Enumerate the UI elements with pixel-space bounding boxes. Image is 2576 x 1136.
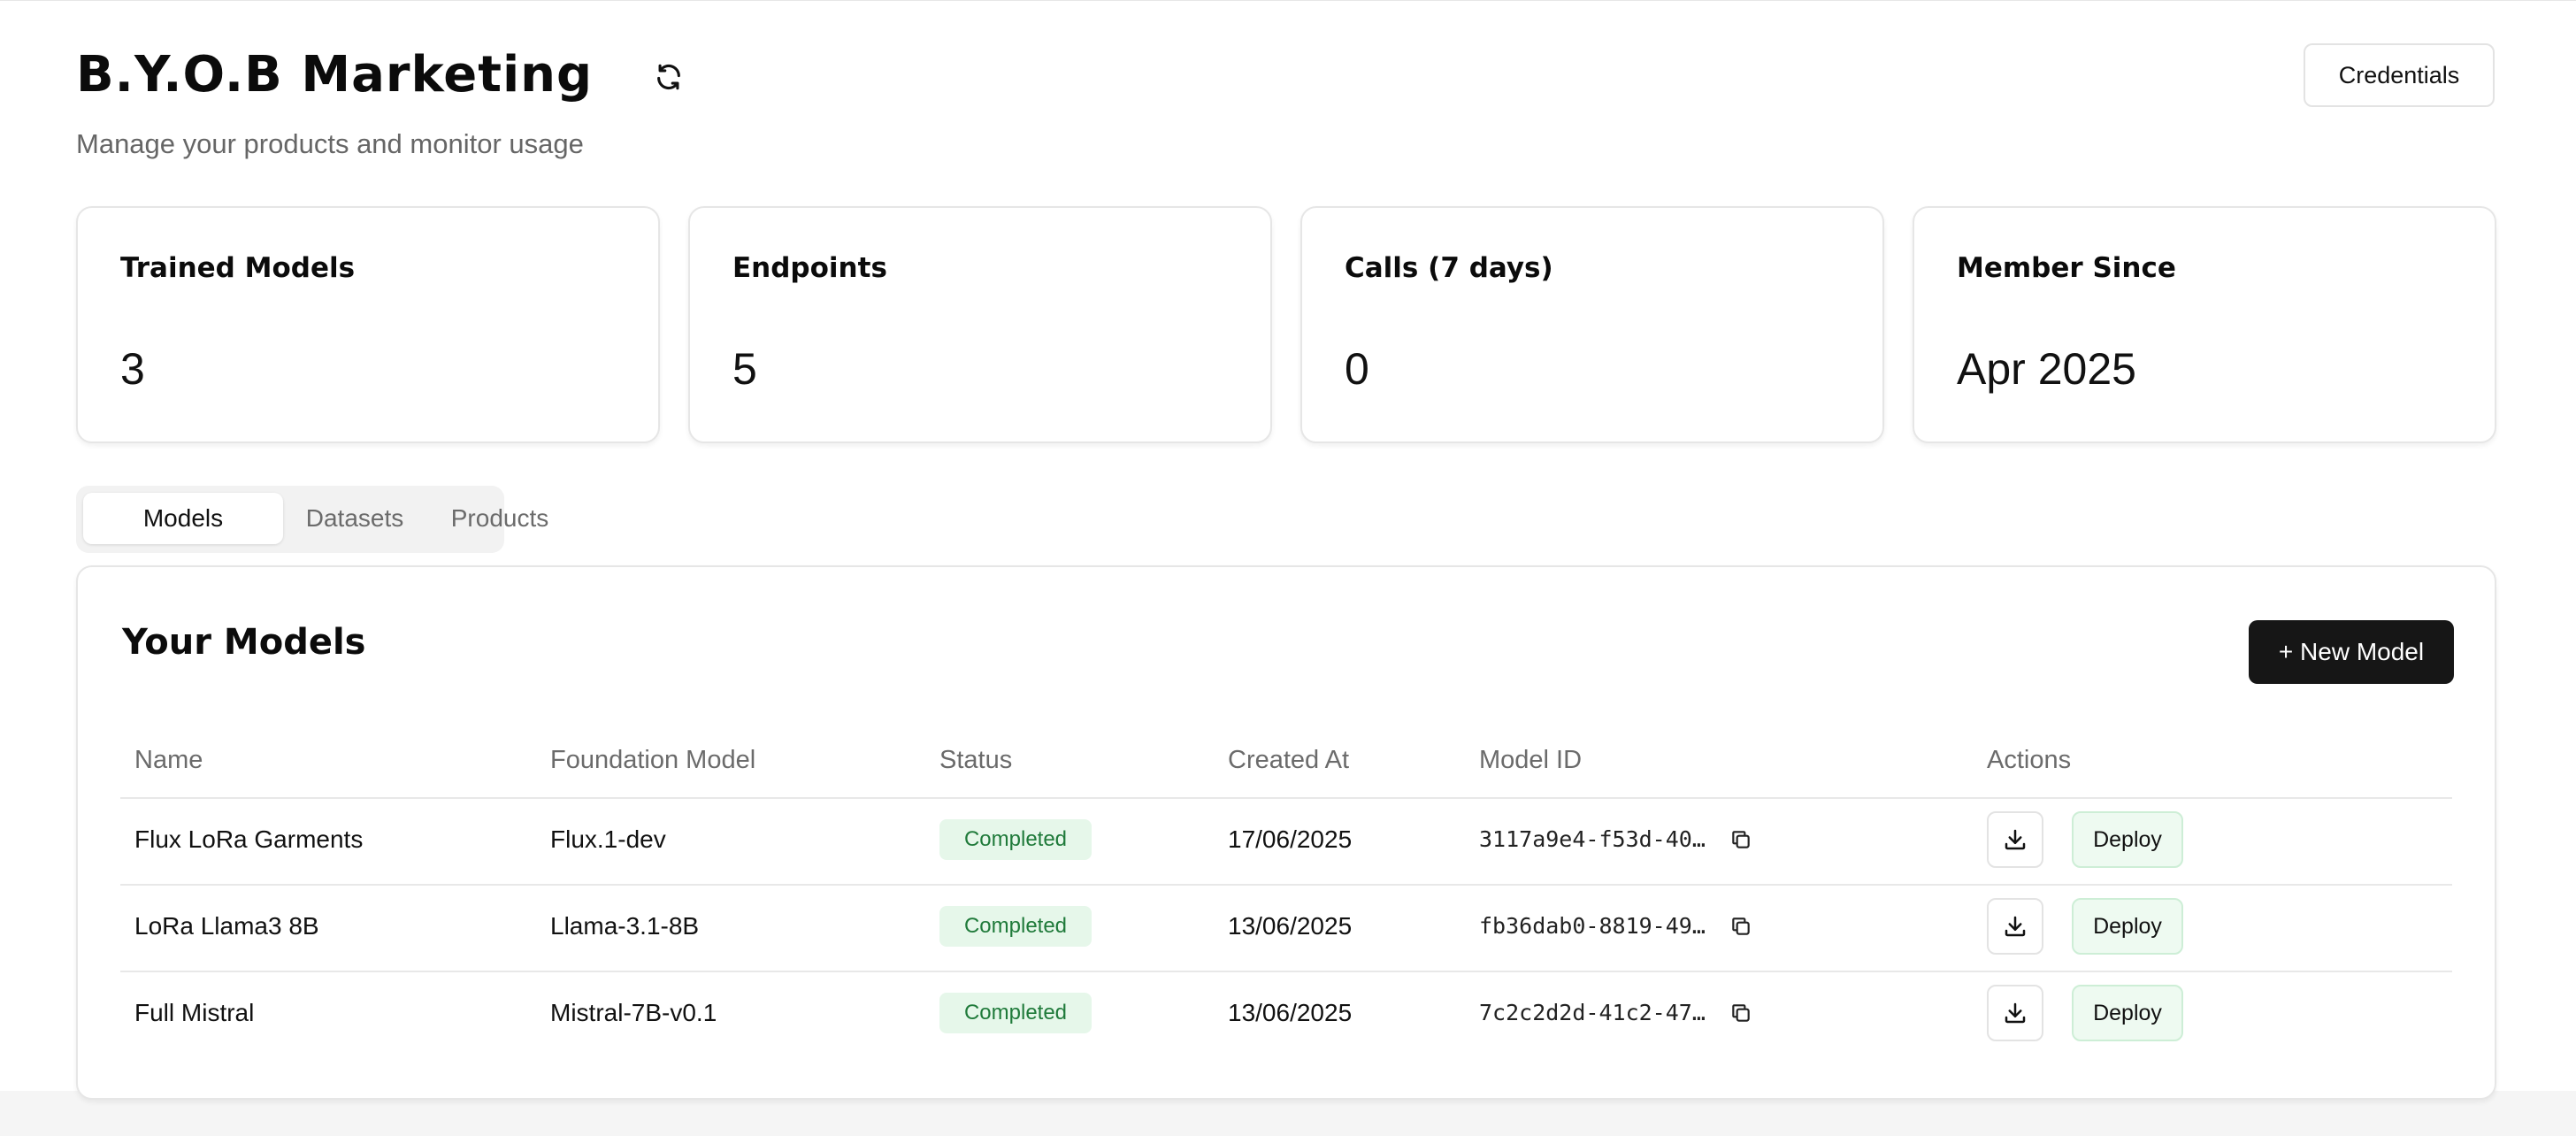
model-name: LoRa Llama3 8B <box>134 912 319 940</box>
download-icon <box>2005 829 2026 850</box>
created-at: 13/06/2025 <box>1228 999 1353 1026</box>
model-name: Flux LoRa Garments <box>134 825 364 853</box>
refresh-icon[interactable] <box>651 59 686 95</box>
download-icon <box>2005 1002 2026 1024</box>
foundation-model: Llama-3.1-8B <box>550 912 700 940</box>
column-header-name: Name <box>134 746 203 774</box>
tab-bar: Models Datasets Products <box>76 486 548 553</box>
stat-value: Apr 2025 <box>1957 344 2136 394</box>
page-subtitle: Manage your products and monitor usage <box>76 128 584 159</box>
divider <box>120 884 2452 886</box>
stat-value: 0 <box>1345 344 1369 394</box>
foundation-model: Flux.1-dev <box>550 825 666 853</box>
credentials-button[interactable]: Credentials <box>2304 43 2495 107</box>
download-button[interactable] <box>1987 811 2043 868</box>
deploy-button[interactable]: Deploy <box>2072 985 2183 1041</box>
tab-datasets[interactable]: Datasets <box>283 493 426 544</box>
download-button[interactable] <box>1987 985 2043 1041</box>
stat-label: Endpoints <box>732 252 887 284</box>
stat-card-endpoints: Endpoints 5 <box>688 206 1272 443</box>
stat-card-calls: Calls (7 days) 0 <box>1300 206 1884 443</box>
model-id: fb36dab0-8819-49… <box>1479 913 1706 939</box>
stat-value: 5 <box>732 344 757 394</box>
dashboard-page: B.Y.O.B Marketing Manage your products a… <box>0 0 2576 1100</box>
tab-products[interactable]: Products <box>426 493 573 544</box>
model-id: 7c2c2d2d-41c2-47… <box>1479 1000 1706 1025</box>
column-header-model-id: Model ID <box>1479 746 1583 774</box>
column-header-created-at: Created At <box>1228 746 1350 774</box>
created-at: 17/06/2025 <box>1228 825 1353 853</box>
deploy-button[interactable]: Deploy <box>2072 811 2183 868</box>
copy-icon[interactable] <box>1725 997 1757 1029</box>
copy-icon[interactable] <box>1725 910 1757 942</box>
stat-label: Calls (7 days) <box>1345 252 1553 284</box>
stat-card-member-since: Member Since Apr 2025 <box>1913 206 2496 443</box>
models-panel: Your Models + New Model Name Foundation … <box>76 565 2496 1100</box>
status-badge: Completed <box>939 819 1092 860</box>
stat-label: Trained Models <box>120 252 356 284</box>
model-id: 3117a9e4-f53d-40… <box>1479 826 1706 852</box>
column-header-foundation-model: Foundation Model <box>550 746 756 774</box>
divider <box>120 971 2452 972</box>
download-button[interactable] <box>1987 898 2043 955</box>
copy-icon[interactable] <box>1725 824 1757 856</box>
column-header-actions: Actions <box>1987 746 2072 774</box>
divider <box>120 797 2452 799</box>
stat-value: 3 <box>120 344 145 394</box>
new-model-button[interactable]: + New Model <box>2249 620 2454 684</box>
page-title: B.Y.O.B Marketing <box>76 46 594 104</box>
foundation-model: Mistral-7B-v0.1 <box>550 999 717 1026</box>
created-at: 13/06/2025 <box>1228 912 1353 940</box>
model-name: Full Mistral <box>134 999 255 1026</box>
panel-title: Your Models <box>122 622 366 663</box>
column-header-status: Status <box>939 746 1013 774</box>
status-badge: Completed <box>939 906 1092 947</box>
status-badge: Completed <box>939 993 1092 1033</box>
deploy-button[interactable]: Deploy <box>2072 898 2183 955</box>
tab-models[interactable]: Models <box>83 493 283 544</box>
stat-card-trained-models: Trained Models 3 <box>76 206 660 443</box>
download-icon <box>2005 916 2026 937</box>
stat-label: Member Since <box>1957 252 2176 284</box>
